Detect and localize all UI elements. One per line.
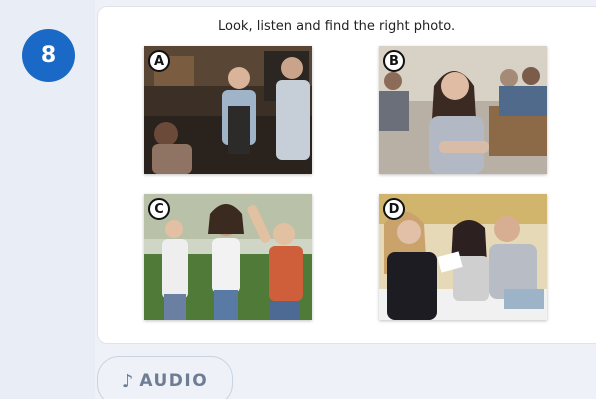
photo-option-c[interactable]: C bbox=[144, 194, 312, 320]
audio-button-label: AUDIO bbox=[139, 371, 209, 391]
photo-option-d[interactable]: D bbox=[379, 194, 547, 320]
photo-label-a: A bbox=[148, 50, 170, 72]
photo-option-a[interactable]: A bbox=[144, 46, 312, 174]
cafe-scene-photo bbox=[144, 46, 312, 174]
question-page: 8 Look, listen and find the right photo.… bbox=[0, 0, 596, 399]
audio-button[interactable]: ♪ AUDIO bbox=[97, 356, 233, 399]
photo-option-b[interactable]: B bbox=[379, 46, 547, 174]
photo-label-b: B bbox=[383, 50, 405, 72]
question-rail: 8 bbox=[0, 0, 95, 399]
photo-label-d: D bbox=[383, 198, 405, 220]
classroom-girl-photo bbox=[379, 46, 547, 174]
photo-label-c: C bbox=[148, 198, 170, 220]
question-instruction: Look, listen and find the right photo. bbox=[218, 19, 456, 34]
question-number-badge: 8 bbox=[22, 29, 75, 82]
music-note-icon: ♪ bbox=[121, 370, 134, 392]
